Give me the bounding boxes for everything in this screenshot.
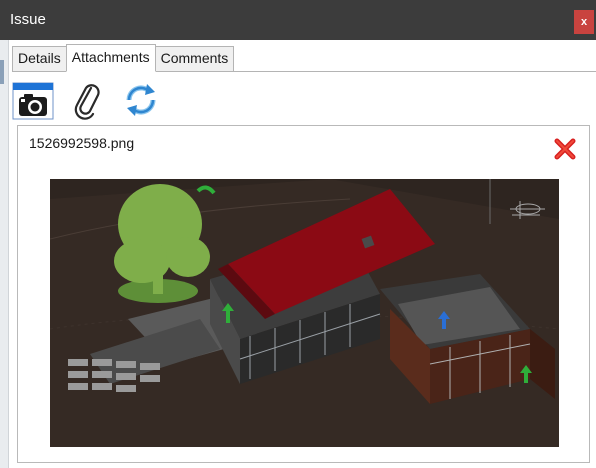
camera-icon [12, 82, 54, 120]
window-title: Issue [10, 11, 46, 28]
building-model-render [50, 179, 559, 447]
paperclip-icon [74, 84, 100, 120]
close-button[interactable]: x [574, 10, 594, 34]
tab-details[interactable]: Details [12, 46, 67, 72]
take-screenshot-button[interactable] [12, 80, 54, 120]
tab-comments[interactable]: Comments [154, 46, 235, 72]
attachment-panel: 1526992598.png [17, 125, 590, 463]
tab-bar: Details Attachments Comments [12, 44, 235, 72]
attachment-toolbar [12, 80, 162, 120]
attachment-preview-image[interactable] [50, 179, 559, 447]
delete-attachment-button[interactable] [553, 137, 577, 161]
attachment-filename: 1526992598.png [29, 135, 135, 151]
attach-file-button[interactable] [66, 80, 108, 120]
left-edge-marker [0, 60, 4, 84]
refresh-button[interactable] [120, 80, 162, 120]
refresh-icon [126, 84, 156, 116]
title-bar[interactable]: Issue x [0, 0, 596, 40]
red-x-icon [554, 138, 576, 160]
issue-window: Issue x Details Attachments Comments 152… [0, 0, 596, 468]
left-edge-strip [0, 40, 9, 468]
tab-attachments[interactable]: Attachments [65, 44, 156, 72]
